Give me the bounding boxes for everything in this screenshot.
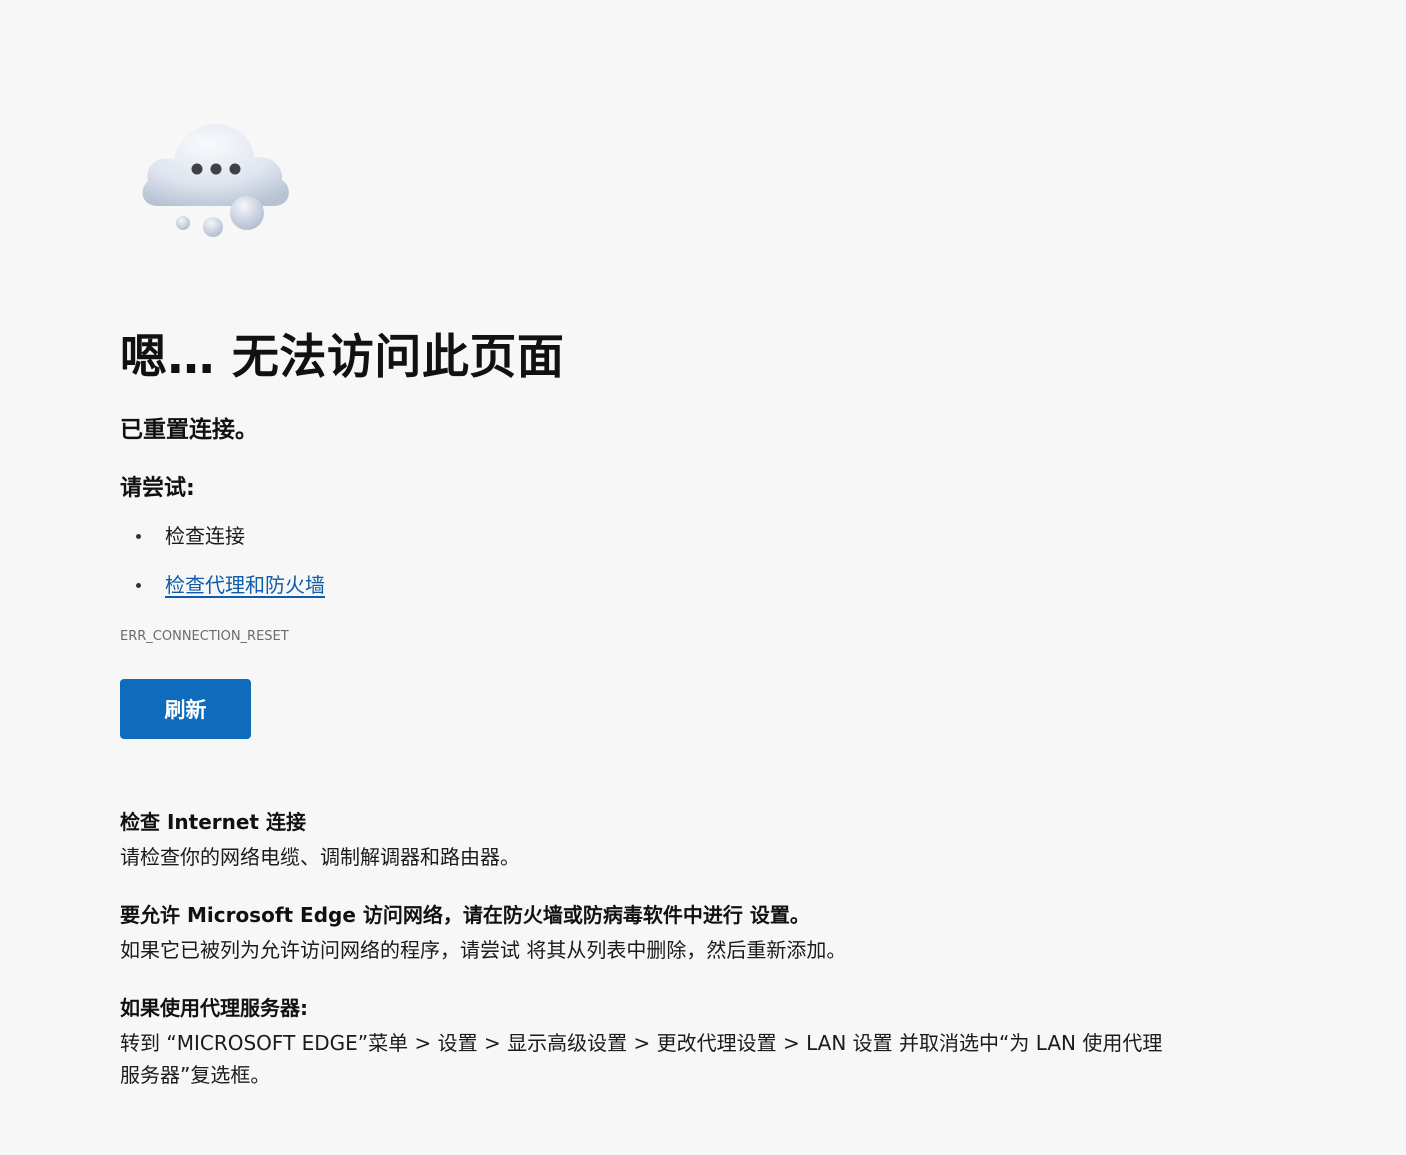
list-item: 检查连接: [120, 520, 325, 569]
suggestion-list: 检查连接 检查代理和防火墙: [120, 520, 325, 618]
bullet-icon: [136, 583, 141, 588]
refresh-button[interactable]: 刷新: [120, 679, 251, 739]
help-section-proxy: 如果使用代理服务器: 转到 “MICROSOFT EDGE”菜单 > 设置 > …: [120, 993, 1180, 1091]
try-label: 请尝试:: [120, 476, 195, 501]
page-title: 嗯… 无法访问此页面: [120, 330, 565, 385]
bullet-icon: [136, 534, 141, 539]
help-heading: 如果使用代理服务器:: [120, 996, 308, 1020]
help-body: 转到 “MICROSOFT EDGE”菜单 > 设置 > 显示高级设置 > 更改…: [120, 1031, 1163, 1087]
help-body: 如果它已被列为允许访问网络的程序，请尝试 将其从列表中删除，然后重新添加。: [120, 938, 847, 962]
list-item: 检查代理和防火墙: [120, 569, 325, 618]
error-subtitle: 已重置连接。: [120, 417, 258, 443]
suggestion-check-connection: 检查连接: [165, 524, 245, 548]
error-code: ERR_CONNECTION_RESET: [120, 629, 289, 644]
error-page: 嗯… 无法访问此页面 已重置连接。 请尝试: 检查连接 检查代理和防火墙 ERR…: [0, 0, 1406, 1155]
check-proxy-firewall-link[interactable]: 检查代理和防火墙: [165, 573, 325, 597]
cloud-ellipsis-icon: [142, 123, 289, 237]
help-section-firewall: 要允许 Microsoft Edge 访问网络，请在防火墙或防病毒软件中进行 设…: [120, 900, 1180, 966]
help-heading: 要允许 Microsoft Edge 访问网络，请在防火墙或防病毒软件中进行 设…: [120, 903, 810, 927]
help-heading: 检查 Internet 连接: [120, 810, 306, 834]
help-section-internet: 检查 Internet 连接 请检查你的网络电缆、调制解调器和路由器。: [120, 807, 1180, 873]
help-body: 请检查你的网络电缆、调制解调器和路由器。: [120, 845, 520, 869]
